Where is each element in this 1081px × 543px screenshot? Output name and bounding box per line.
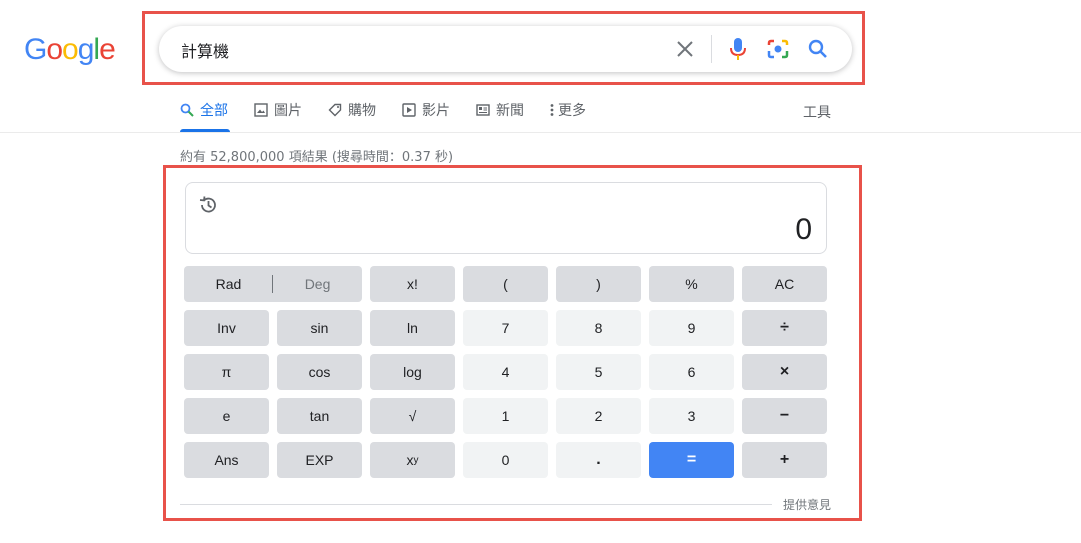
logo-letter: o bbox=[62, 33, 79, 66]
digit-7-button[interactable]: 7 bbox=[463, 310, 548, 346]
tab-all[interactable]: 全部 bbox=[180, 100, 228, 120]
image-icon bbox=[254, 103, 268, 117]
microphone-icon bbox=[730, 38, 746, 60]
sqrt-button[interactable]: √ bbox=[370, 398, 455, 434]
ln-button[interactable]: ln bbox=[370, 310, 455, 346]
calculator-keypad: Rad Deg x! ( ) % AC Inv sin ln 7 8 9 ÷ π… bbox=[184, 266, 827, 478]
plus-button[interactable]: + bbox=[742, 442, 827, 478]
tab-label: 全部 bbox=[200, 103, 228, 119]
logo-letter: o bbox=[46, 33, 63, 66]
tab-label: 圖片 bbox=[274, 103, 302, 119]
rad-deg-toggle[interactable]: Rad Deg bbox=[184, 266, 362, 302]
search-icon bbox=[180, 103, 194, 117]
ans-button[interactable]: Ans bbox=[184, 442, 269, 478]
digit-9-button[interactable]: 9 bbox=[649, 310, 734, 346]
tab-more[interactable]: 更多 bbox=[550, 100, 586, 120]
tan-button[interactable]: tan bbox=[277, 398, 362, 434]
tab-shopping[interactable]: 購物 bbox=[328, 100, 376, 120]
digit-2-button[interactable]: 2 bbox=[556, 398, 641, 434]
feedback-divider bbox=[180, 504, 772, 505]
tabs-divider bbox=[0, 132, 1081, 133]
digit-0-button[interactable]: 0 bbox=[463, 442, 548, 478]
result-stats: 約有 52,800,000 項結果 (搜尋時間：0.37 秒) bbox=[180, 150, 454, 165]
sin-button[interactable]: sin bbox=[277, 310, 362, 346]
multiply-button[interactable]: × bbox=[742, 354, 827, 390]
play-icon bbox=[402, 103, 416, 117]
calculator-display: 0 bbox=[185, 182, 827, 254]
more-vert-icon bbox=[550, 104, 554, 116]
power-base: x bbox=[406, 452, 414, 468]
percent-button[interactable]: % bbox=[649, 266, 734, 302]
left-paren-button[interactable]: ( bbox=[463, 266, 548, 302]
cos-button[interactable]: cos bbox=[277, 354, 362, 390]
pi-button[interactable]: π bbox=[184, 354, 269, 390]
feedback-link[interactable]: 提供意見 bbox=[783, 496, 831, 513]
search-box[interactable]: 計算機 bbox=[159, 26, 852, 72]
google-logo[interactable]: Google bbox=[24, 33, 116, 67]
deg-label[interactable]: Deg bbox=[305, 276, 331, 292]
digit-8-button[interactable]: 8 bbox=[556, 310, 641, 346]
tab-label: 更多 bbox=[558, 103, 586, 119]
tab-news[interactable]: 新聞 bbox=[476, 100, 524, 120]
rad-deg-separator bbox=[272, 275, 274, 293]
logo-letter: G bbox=[24, 33, 47, 66]
digit-4-button[interactable]: 4 bbox=[463, 354, 548, 390]
clear-button[interactable] bbox=[665, 26, 705, 72]
power-exponent: y bbox=[413, 454, 419, 466]
decimal-point-button[interactable]: . bbox=[556, 442, 641, 478]
search-icons-divider bbox=[711, 35, 712, 63]
minus-button[interactable]: − bbox=[742, 398, 827, 434]
tab-label: 影片 bbox=[422, 103, 450, 119]
search-button[interactable] bbox=[798, 26, 838, 72]
right-paren-button[interactable]: ) bbox=[556, 266, 641, 302]
digit-1-button[interactable]: 1 bbox=[463, 398, 548, 434]
tab-label: 購物 bbox=[348, 103, 376, 119]
search-input[interactable]: 計算機 bbox=[181, 38, 229, 62]
digit-3-button[interactable]: 3 bbox=[649, 398, 734, 434]
factorial-button[interactable]: x! bbox=[370, 266, 455, 302]
tab-videos[interactable]: 影片 bbox=[402, 100, 450, 120]
voice-search-button[interactable] bbox=[718, 26, 758, 72]
exp-button[interactable]: EXP bbox=[277, 442, 362, 478]
power-button[interactable]: xy bbox=[370, 442, 455, 478]
rad-label[interactable]: Rad bbox=[216, 276, 242, 292]
logo-letter: e bbox=[99, 33, 116, 66]
logo-letter: g bbox=[77, 33, 95, 66]
news-icon bbox=[476, 104, 490, 116]
history-button[interactable] bbox=[198, 195, 218, 219]
camera-icon bbox=[767, 39, 789, 59]
search-tabs: 全部 圖片 購物 影片 新聞 更多 bbox=[180, 100, 612, 132]
divide-button[interactable]: ÷ bbox=[742, 310, 827, 346]
image-search-button[interactable] bbox=[758, 26, 798, 72]
e-button[interactable]: e bbox=[184, 398, 269, 434]
close-icon bbox=[677, 41, 693, 57]
tag-icon bbox=[328, 103, 342, 117]
digit-6-button[interactable]: 6 bbox=[649, 354, 734, 390]
digit-5-button[interactable]: 5 bbox=[556, 354, 641, 390]
tab-label: 新聞 bbox=[496, 103, 524, 119]
tab-images[interactable]: 圖片 bbox=[254, 100, 302, 120]
log-button[interactable]: log bbox=[370, 354, 455, 390]
tools-button[interactable]: 工具 bbox=[803, 102, 831, 122]
equals-button[interactable]: = bbox=[649, 442, 734, 478]
display-value: 0 bbox=[795, 213, 812, 246]
inverse-button[interactable]: Inv bbox=[184, 310, 269, 346]
search-icon bbox=[808, 39, 827, 58]
history-icon bbox=[199, 196, 216, 213]
all-clear-button[interactable]: AC bbox=[742, 266, 827, 302]
